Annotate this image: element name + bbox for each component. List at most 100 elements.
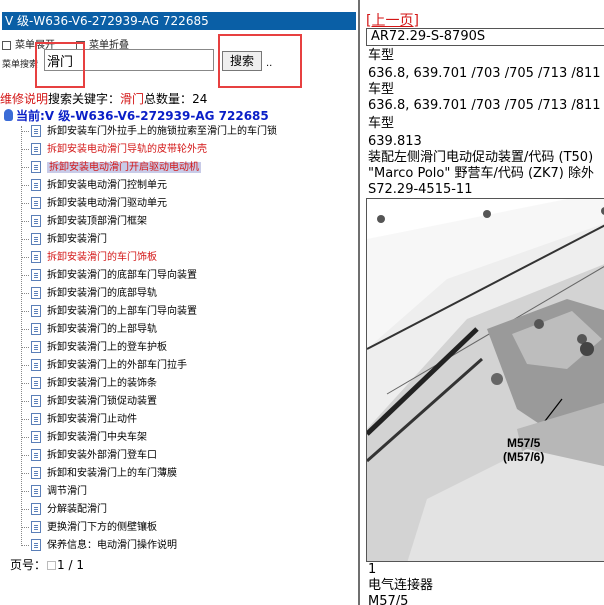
component-illustration: M57/5 (M57/6) [366,198,604,562]
tree-item-label: 拆卸安装电动滑门驱动单元 [47,198,167,209]
tree-item-label: 拆卸安装电动滑门开启驱动电动机 [47,162,201,173]
tree-item[interactable]: 拆卸安装电动滑门开启驱动电动机 [14,159,201,177]
tree-item[interactable]: 拆卸安装滑门的车门饰板 [14,249,157,267]
tree-branch [21,148,29,150]
document-icon [31,287,41,299]
tree-item[interactable]: 拆卸安装滑门中央车架 [14,429,147,447]
figure-label-secondary: (M57/6) [503,450,544,464]
search-summary: 维修说明搜索关键字：滑门总数量：24 [0,90,207,107]
tree-branch [21,472,29,474]
document-icon [31,161,41,173]
document-icon [31,323,41,335]
spec-line: 车型 [368,82,395,97]
spec-line: 636.8, 639.701 /703 /705 /713 /811 /813 [368,66,604,81]
tree-item-label: 拆卸安装外部滑门登车口 [47,450,157,461]
tree-item-label: 拆卸安装滑门的车门饰板 [47,252,157,263]
summary-category: 维修说明 [0,92,49,106]
document-icon [31,215,41,227]
tree-branch [21,202,29,204]
tree-item-label: 拆卸安装滑门的底部导轨 [47,288,157,299]
tree-branch [21,382,29,384]
tree-branch [21,490,29,492]
highlight-box-search-input [35,42,85,88]
current-node[interactable]: 当前:V 级-W636-V6-272939-AG 722685 [4,107,269,124]
tree-branch [21,292,29,294]
document-icon [31,503,41,515]
pager-value: 1 / 1 [57,558,84,572]
tree-item-label: 拆卸安装滑门的上部导轨 [47,324,157,335]
tree-branch [21,310,29,312]
tree-item-label: 拆卸安装滑门的上部车门导向装置 [47,306,197,317]
tree-branch [21,436,29,438]
tree-branch [21,184,29,186]
document-icon [31,485,41,497]
document-icon [31,341,41,353]
document-icon [31,269,41,281]
tree-item[interactable]: 调节滑门 [14,483,87,501]
tree-item[interactable]: 拆卸安装滑门锁促动装置 [14,393,157,411]
highlight-box-search-button [218,34,302,88]
tree-item[interactable]: 拆卸安装车门外拉手上的施锁拉索至滑门上的车门锁 [14,123,277,141]
tree-item-label: 拆卸安装滑门上的外部车门拉手 [47,360,187,371]
tree-item-label: 拆卸安装电动滑门控制单元 [47,180,167,191]
document-icon [31,233,41,245]
tree-item[interactable]: 拆卸安装滑门的上部车门导向装置 [14,303,197,321]
tree-item-label: 更换滑门下方的侧壁镶板 [47,522,157,533]
tree-branch [21,508,29,510]
tree-item-label: 拆卸安装顶部滑门框架 [47,216,147,227]
tree-item-label: 拆卸安装滑门 [47,234,107,245]
document-icon [31,395,41,407]
tree-item[interactable]: 拆卸安装滑门上的登车护板 [14,339,167,357]
tree-branch [21,526,29,528]
tree-branch [21,544,29,546]
tree-item[interactable]: 拆卸安装滑门的底部导轨 [14,285,157,303]
tree-item[interactable]: 拆卸安装滑门上的装饰条 [14,375,157,393]
figure-label-primary: M57/5 [507,436,541,450]
tree-item[interactable]: 拆卸安装滑门止动件 [14,411,137,429]
document-icon [31,125,41,137]
tree-item[interactable]: 拆卸安装顶部滑门框架 [14,213,147,231]
tree-item[interactable]: 拆卸安装外部滑门登车口 [14,447,157,465]
document-title: V 级-W636-V6-272939-AG 722685 [2,12,356,30]
tree-item[interactable]: 拆卸安装电动滑门驱动单元 [14,195,167,213]
tree-branch [21,130,29,132]
document-icon [31,431,41,443]
tree-item[interactable]: 拆卸和安装滑门上的车门薄膜 [14,465,177,483]
tree-item[interactable]: 拆卸安装电动滑门导轨的皮带轮外壳 [14,141,207,159]
document-icon [31,179,41,191]
tree-item-label: 分解装配滑门 [47,504,107,515]
tree-item[interactable]: 拆卸安装电动滑门控制单元 [14,177,167,195]
page-checkbox[interactable] [47,561,57,570]
tree-item-label: 拆卸安装滑门上的装饰条 [47,378,157,389]
right-panel: [上一页] AR72.29-S-8790S 车型 636.8, 639.701 … [360,0,604,605]
tree-item[interactable]: 保养信息：电动滑门操作说明 [14,537,177,555]
tree-branch [21,238,29,240]
tree-item[interactable]: 拆卸安装滑门 [14,231,107,249]
tree-item[interactable]: 更换滑门下方的侧壁镶板 [14,519,157,537]
document-icon [31,539,41,551]
document-icon [31,359,41,371]
expand-icon [2,40,11,50]
tree-branch [21,454,29,456]
tree-branch [21,274,29,276]
tree-item[interactable]: 拆卸安装滑门上的外部车门拉手 [14,357,187,375]
legend-code: M57/5 [368,594,409,605]
pager: 页号： 1 / 1 [10,556,84,573]
previous-page-link[interactable]: [上一页] [366,10,419,30]
tree-branch [21,418,29,420]
tree-branch [21,220,29,222]
legend-description: 电气连接器 [368,578,434,593]
tree-item-label: 调节滑门 [47,486,87,497]
tree-item[interactable]: 分解装配滑门 [14,501,107,519]
spec-line: 车型 [368,48,395,63]
document-icon [31,251,41,263]
tree-item-label: 拆卸安装滑门止动件 [47,414,137,425]
document-icon [31,467,41,479]
tree-item[interactable]: 拆卸安装滑门的底部车门导向装置 [14,267,197,285]
document-icon [31,305,41,317]
illustration-svg: M57/5 (M57/6) [367,199,604,561]
tree-item[interactable]: 拆卸安装滑门的上部导轨 [14,321,157,339]
spec-line: 636.8, 639.701 /703 /705 /713 /811 /813 [368,98,604,113]
document-icon [31,377,41,389]
document-icon [31,413,41,425]
